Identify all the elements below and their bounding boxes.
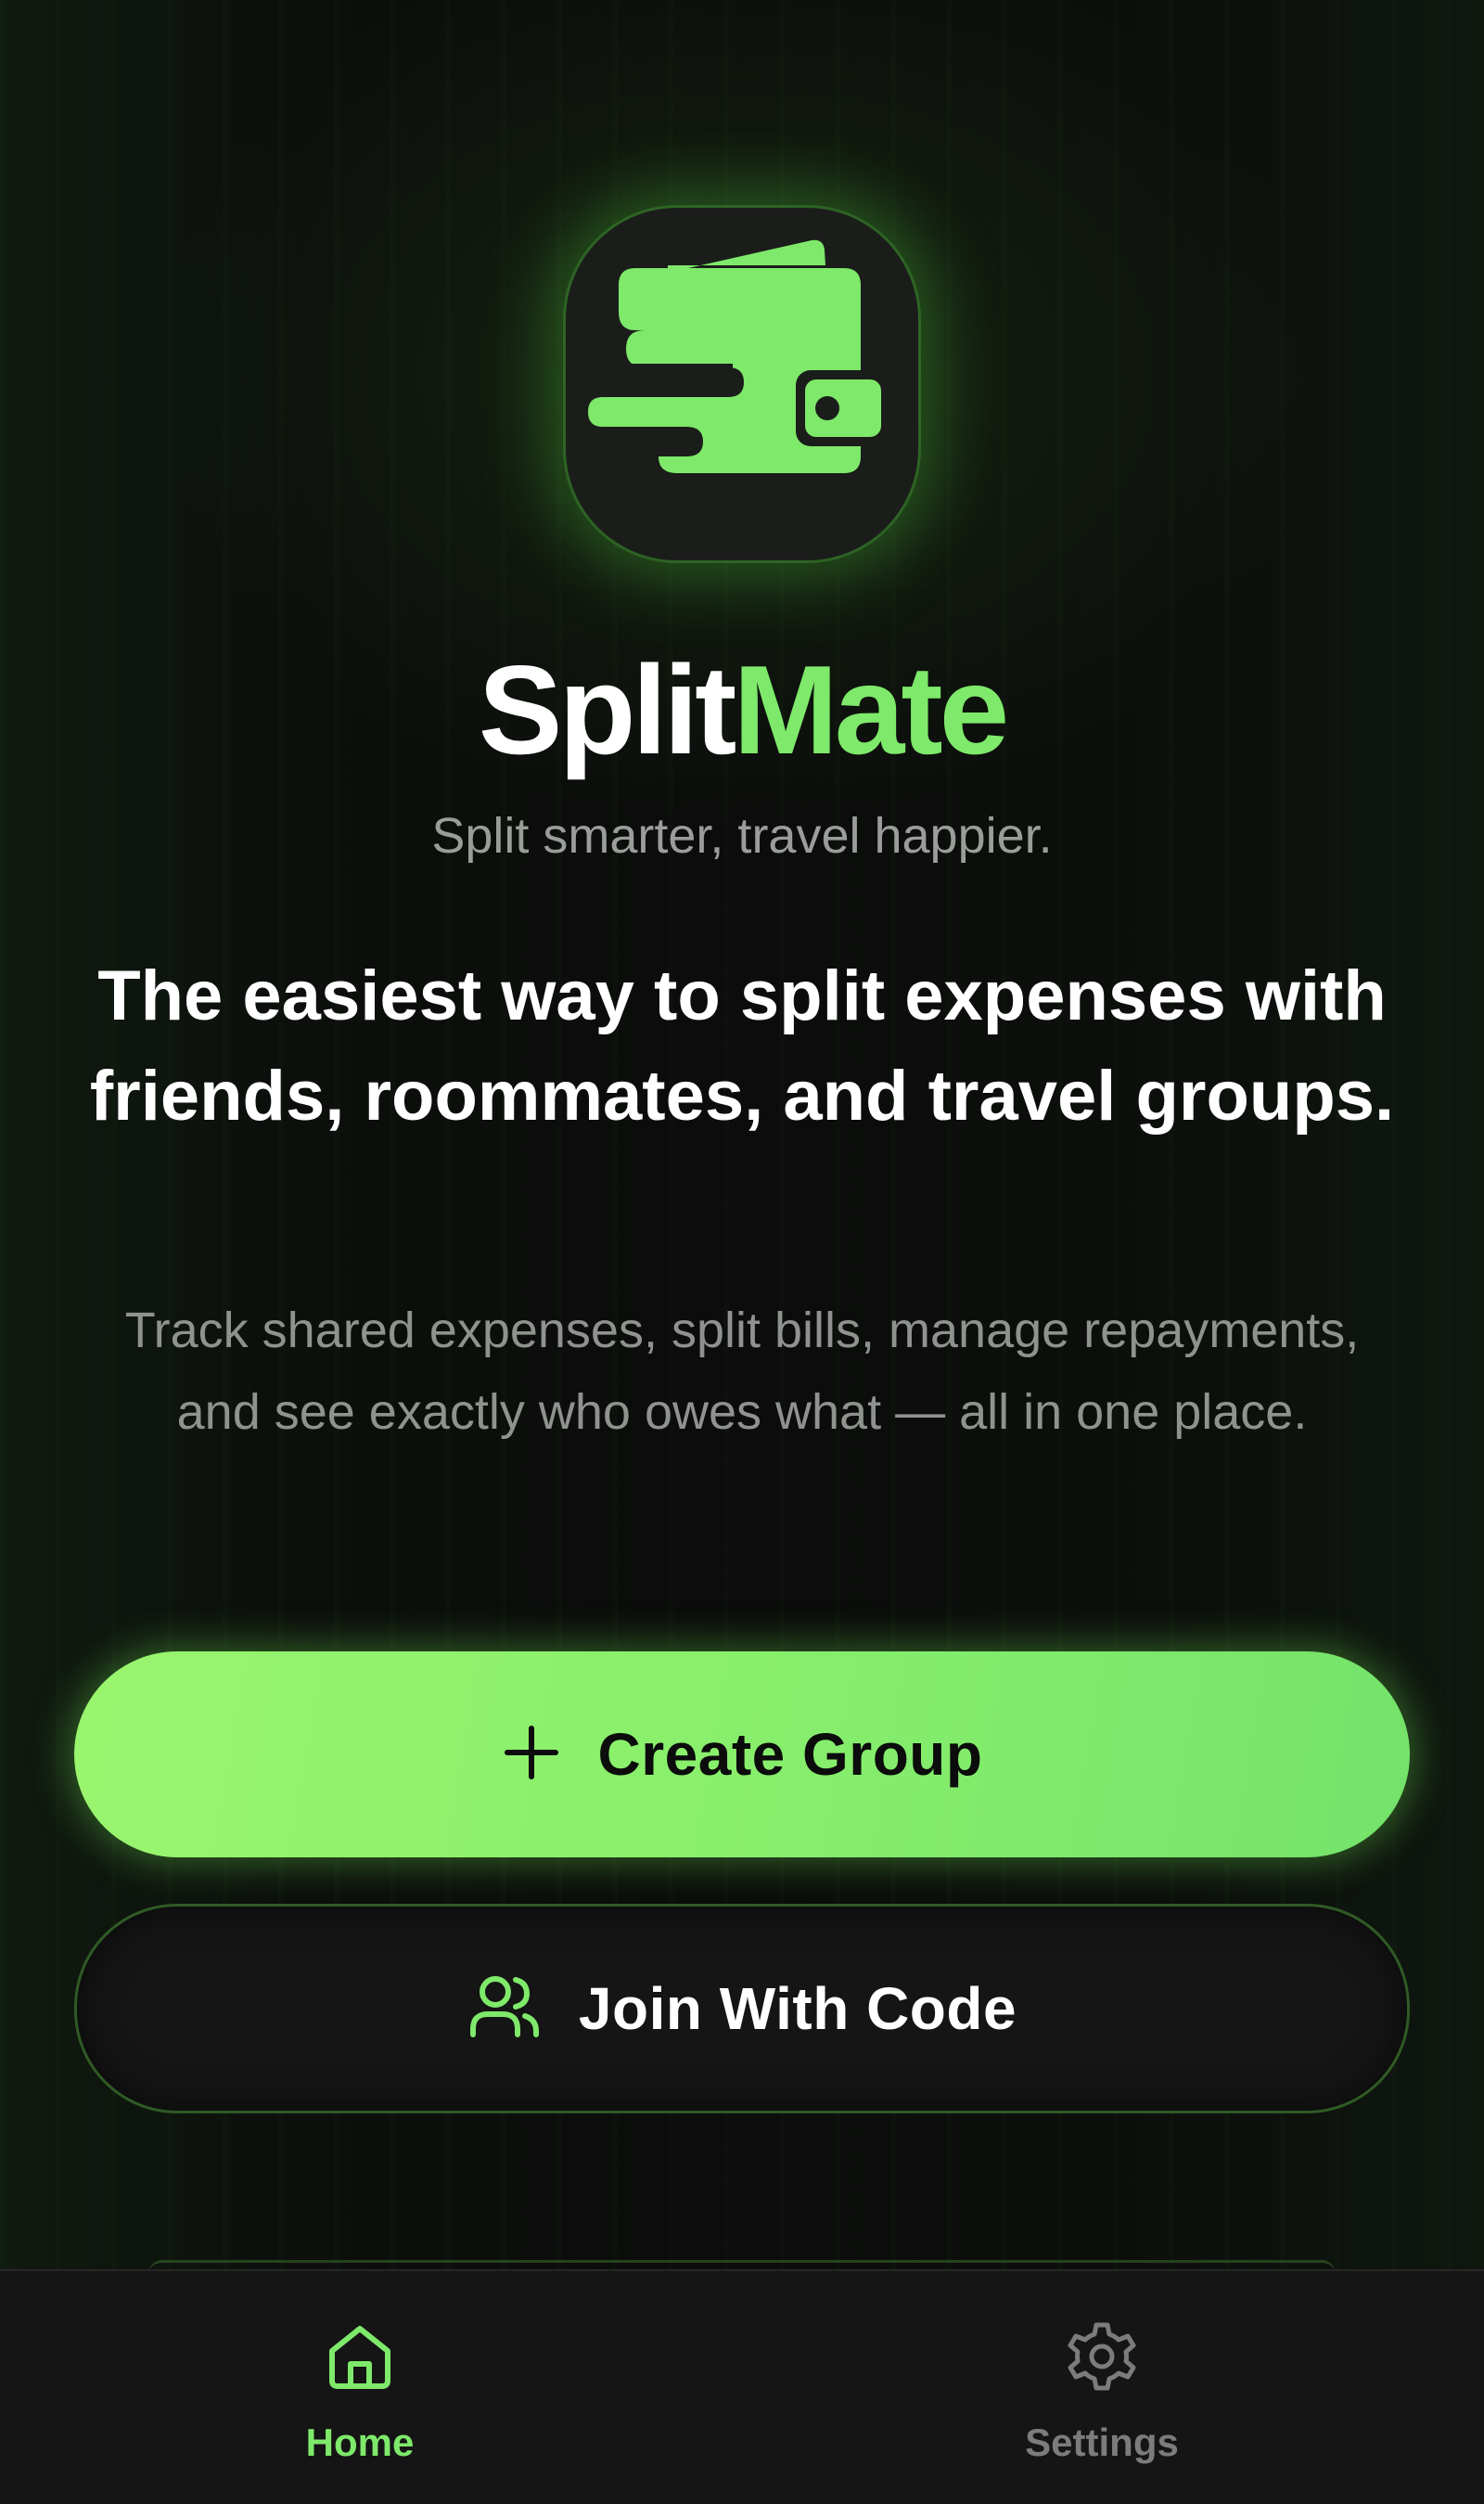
tab-settings[interactable]: Settings [916,2271,1287,2504]
app-name-split: Split [478,639,737,780]
app-name: SplitMate [0,640,1484,779]
app-name-mate: Mate [733,639,1009,780]
plus-icon [502,1723,561,1787]
headline: The easiest way to split expenses with f… [89,957,1395,1136]
app-logo [566,208,918,560]
tagline: Split smarter, travel happier. [431,808,1053,864]
users-icon [467,1973,542,2045]
tab-settings-label: Settings [1025,2421,1179,2464]
home-icon [323,2271,397,2398]
create-group-button[interactable]: Create Group [74,1651,1410,1857]
join-with-code-label: Join With Code [578,1975,1017,2042]
create-group-label: Create Group [597,1721,983,1788]
description: Track shared expenses, split bills, mana… [124,1303,1360,1440]
welcome-screen: SplitMate Split smarter, travel happier.… [0,0,1484,2504]
tab-home[interactable]: Home [174,2271,545,2504]
bottom-tab-bar: Home Settings [0,2269,1484,2504]
wallet-logo-icon [588,239,889,473]
tab-home-label: Home [305,2421,415,2464]
gear-icon [1065,2271,1139,2398]
join-with-code-button[interactable]: Join With Code [74,1904,1410,2113]
